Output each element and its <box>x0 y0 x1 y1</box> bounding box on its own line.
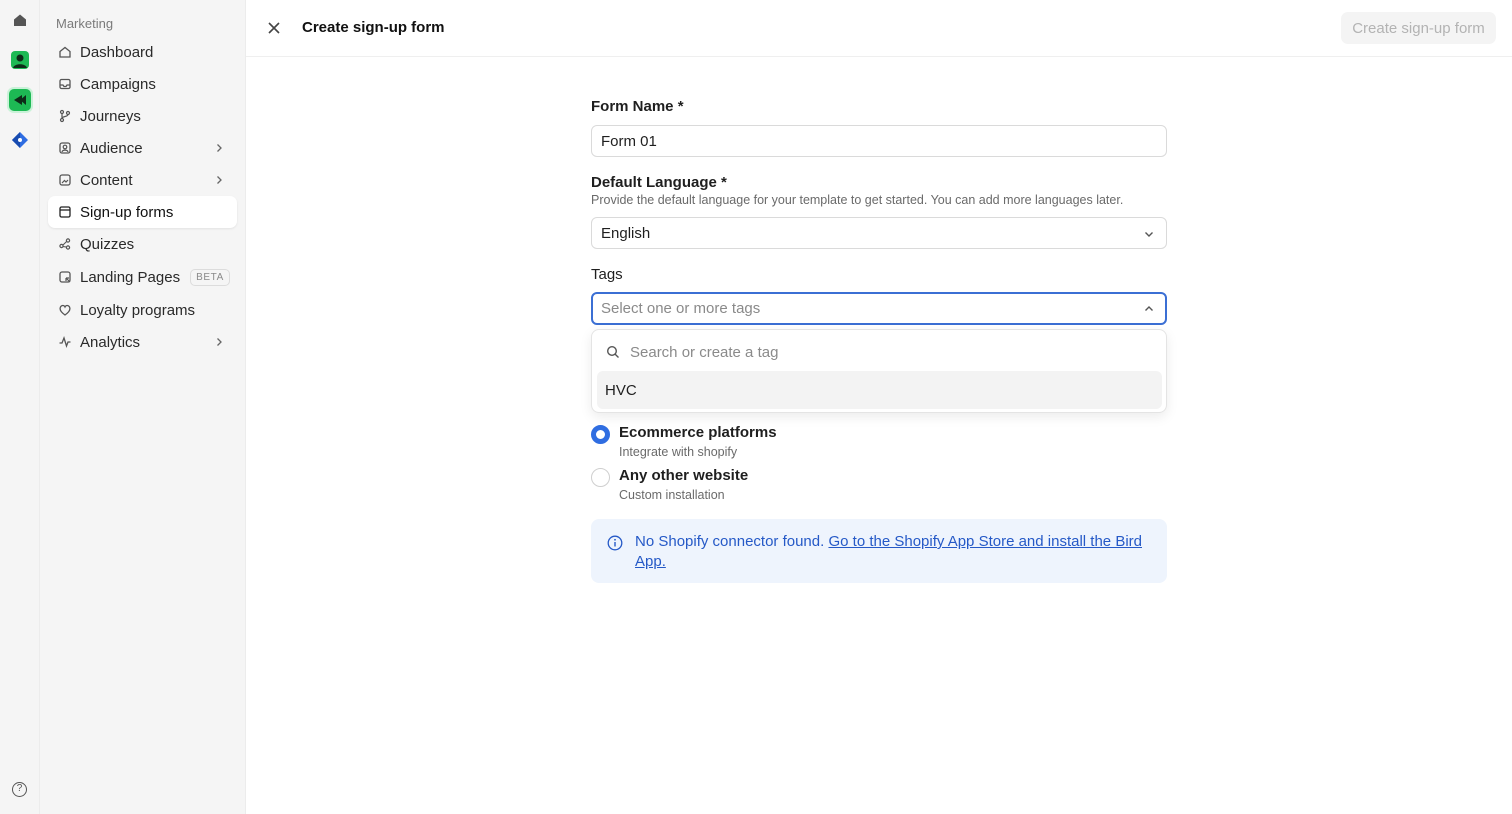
sidebar-item-landing-pages[interactable]: Landing Pages BETA <box>48 261 237 293</box>
page-icon <box>58 270 72 284</box>
marketing-app-icon[interactable] <box>7 87 33 113</box>
chevron-right-icon <box>213 173 225 185</box>
sidebar-item-sign-up-forms[interactable]: Sign-up forms <box>48 196 237 228</box>
sidebar-item-loyalty-programs[interactable]: Loyalty programs <box>48 294 237 326</box>
sidebar-item-label: Landing Pages <box>80 268 181 286</box>
sidebar-item-label: Sign-up forms <box>80 203 174 221</box>
branch-icon <box>58 109 72 123</box>
default-language-help: Provide the default language for your te… <box>591 193 1124 207</box>
platform-option-other-website[interactable]: Any other website Custom installation <box>591 467 748 502</box>
form-icon <box>58 205 72 219</box>
page-title: Create sign-up form <box>302 19 445 36</box>
chevron-right-icon <box>213 141 225 153</box>
sidebar-item-journeys[interactable]: Journeys <box>48 100 237 132</box>
chevron-right-icon <box>213 335 225 347</box>
sidebar-item-label: Dashboard <box>80 43 154 61</box>
tags-label: Tags <box>591 266 623 283</box>
radio-unselected[interactable] <box>591 468 610 487</box>
form-name-label: Form Name * <box>591 98 684 115</box>
default-language-select[interactable]: English <box>591 217 1167 249</box>
default-language-label: Default Language * <box>591 174 727 191</box>
beta-badge: BETA <box>190 268 230 286</box>
close-button[interactable] <box>265 19 283 37</box>
tag-option-hvc[interactable]: HVC <box>597 371 1162 409</box>
chevron-down-icon <box>1143 227 1155 239</box>
sidebar-item-label: Analytics <box>80 333 141 351</box>
platform-option-title: Any other website <box>619 467 749 484</box>
alert-text: No Shopify connector found. <box>635 533 825 550</box>
share-icon <box>58 237 72 251</box>
radio-selected[interactable] <box>591 425 610 444</box>
app-rail: ? <box>0 0 40 814</box>
sidebar-item-quizzes[interactable]: Quizzes <box>48 228 237 260</box>
image-icon <box>58 173 72 187</box>
activity-icon <box>58 335 72 349</box>
default-language-value: English <box>601 224 651 242</box>
contacts-icon <box>58 141 72 155</box>
bird-app-icon[interactable] <box>7 127 33 153</box>
sidebar-item-label: Content <box>80 171 133 189</box>
sidebar: Marketing Dashboard Campaigns Journeys A… <box>40 0 246 814</box>
home-app-icon[interactable] <box>7 7 33 33</box>
sidebar-item-label: Campaigns <box>80 75 156 93</box>
page-header: Create sign-up form Create sign-up form <box>246 0 1512 57</box>
sidebar-item-label: Loyalty programs <box>80 301 196 319</box>
help-icon[interactable]: ? <box>12 782 27 797</box>
shopify-connector-alert: No Shopify connector found. Go to the Sh… <box>591 519 1167 583</box>
heart-icon <box>58 303 72 317</box>
sidebar-item-label: Audience <box>80 139 143 157</box>
home-icon <box>58 45 72 59</box>
contacts-app-icon[interactable] <box>7 47 33 73</box>
platform-option-ecommerce[interactable]: Ecommerce platforms Integrate with shopi… <box>591 424 777 459</box>
tag-search-input[interactable]: Search or create a tag <box>606 342 778 362</box>
sidebar-item-label: Journeys <box>80 107 141 125</box>
platform-option-subtitle: Custom installation <box>619 488 725 502</box>
sidebar-item-dashboard[interactable]: Dashboard <box>48 36 237 68</box>
sidebar-heading: Marketing <box>56 16 114 31</box>
inbox-icon <box>58 77 72 91</box>
tags-placeholder: Select one or more tags <box>601 300 761 317</box>
sidebar-item-analytics[interactable]: Analytics <box>48 326 237 358</box>
tags-select[interactable]: Select one or more tags <box>591 292 1167 325</box>
chevron-up-icon <box>1143 302 1155 314</box>
sidebar-item-label: Quizzes <box>80 235 135 253</box>
form-name-value: Form 01 <box>601 132 657 150</box>
sidebar-item-audience[interactable]: Audience <box>48 132 237 164</box>
close-icon <box>268 22 280 34</box>
alert-message: No Shopify connector found. Go to the Sh… <box>635 532 1155 572</box>
platform-option-subtitle: Integrate with shopify <box>619 445 738 459</box>
sidebar-item-campaigns[interactable]: Campaigns <box>48 68 237 100</box>
create-sign-up-form-button[interactable]: Create sign-up form <box>1341 12 1496 44</box>
platform-option-title: Ecommerce platforms <box>619 424 777 441</box>
form-name-input[interactable]: Form 01 <box>591 125 1167 157</box>
info-icon <box>607 535 623 551</box>
tag-search-placeholder: Search or create a tag <box>630 343 779 361</box>
search-icon <box>606 345 619 358</box>
sidebar-item-content[interactable]: Content <box>48 164 237 196</box>
tags-dropdown: Search or create a tag HVC <box>591 329 1167 413</box>
